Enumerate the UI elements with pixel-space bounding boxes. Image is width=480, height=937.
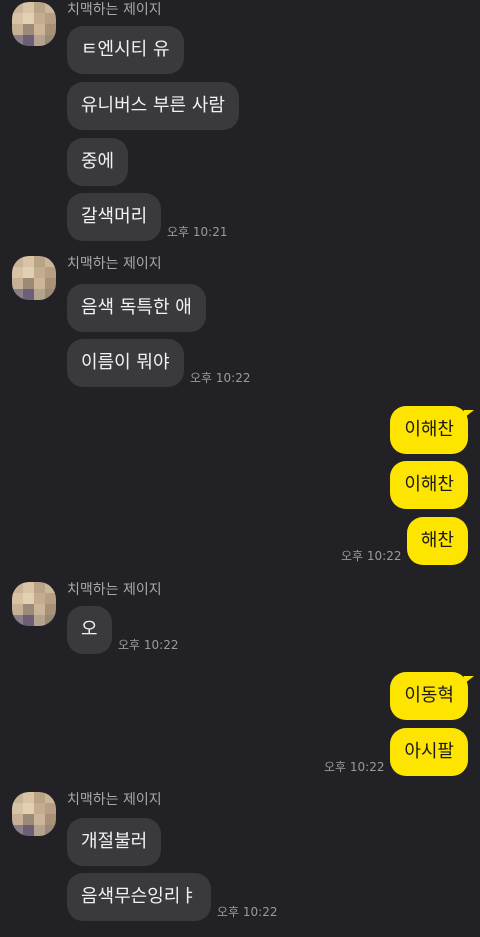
avatar[interactable] xyxy=(12,792,56,836)
sender-name: 치맥하는 제이지 xyxy=(67,256,162,272)
message-timestamp: 오후 10:22 xyxy=(324,760,385,774)
outgoing-message-bubble[interactable]: 아시팔 xyxy=(390,728,468,776)
message-timestamp: 오후 10:22 xyxy=(190,371,251,385)
outgoing-message-bubble[interactable]: 해찬 xyxy=(406,517,468,565)
sender-name: 치맥하는 제이지 xyxy=(67,2,162,18)
incoming-message-bubble[interactable]: 음색무슨잉리ㅑ xyxy=(67,873,211,921)
incoming-message-bubble[interactable]: 개절불러 xyxy=(67,818,162,866)
outgoing-message-bubble[interactable]: 이해찬 xyxy=(390,406,468,454)
outgoing-message-bubble[interactable]: 이동혁 xyxy=(390,672,468,720)
message-timestamp: 오후 10:22 xyxy=(341,549,402,563)
incoming-message-bubble[interactable]: ㅌ엔시티 유 xyxy=(67,26,184,74)
avatar[interactable] xyxy=(12,2,56,46)
message-timestamp: 오후 10:21 xyxy=(167,225,228,239)
outgoing-message-bubble[interactable]: 이해찬 xyxy=(390,461,468,509)
incoming-message-bubble[interactable]: 갈색머리 xyxy=(67,193,162,241)
chat-log: 치맥하는 제이지 ㅌ엔시티 유유니버스 부른 사람중에갈색머리오후 10:21 치맥… xyxy=(0,0,480,937)
message-timestamp: 오후 10:22 xyxy=(118,638,179,652)
bubble-tail xyxy=(464,410,474,418)
bubble-tail xyxy=(464,676,474,684)
sender-name: 치맥하는 제이지 xyxy=(67,582,162,598)
message-timestamp: 오후 10:22 xyxy=(217,905,278,919)
sender-name: 치맥하는 제이지 xyxy=(67,792,162,808)
avatar[interactable] xyxy=(12,582,56,626)
incoming-message-bubble[interactable]: 이름이 뭐야 xyxy=(67,339,184,387)
incoming-message-bubble[interactable]: 음색 독특한 애 xyxy=(67,284,206,332)
incoming-message-bubble[interactable]: 중에 xyxy=(67,138,129,186)
incoming-message-bubble[interactable]: 오 xyxy=(67,606,112,654)
incoming-message-bubble[interactable]: 유니버스 부른 사람 xyxy=(67,82,239,130)
avatar[interactable] xyxy=(12,256,56,300)
